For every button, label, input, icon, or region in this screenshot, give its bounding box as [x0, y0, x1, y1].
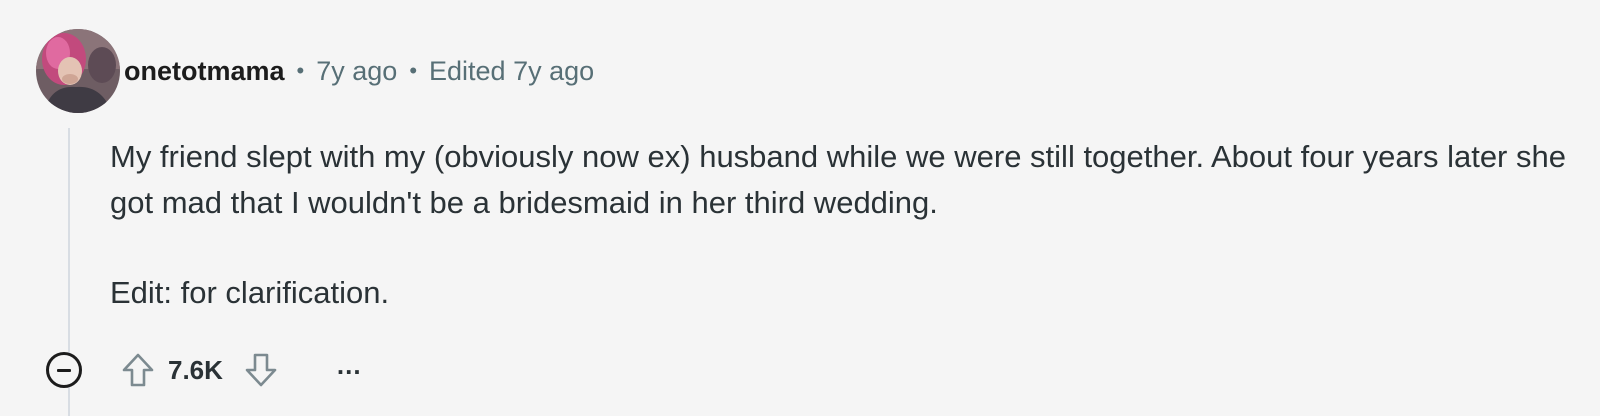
edited-time: Edited 7y ago	[429, 55, 595, 86]
comment-paragraph: Edit: for clarification.	[110, 275, 390, 310]
avatar-image	[36, 29, 120, 113]
avatar[interactable]	[36, 29, 120, 113]
downvote-button[interactable]	[241, 350, 281, 390]
meta-separator: •	[296, 58, 305, 83]
posted-time[interactable]: 7y ago	[316, 56, 397, 87]
more-options-button[interactable]: ...	[337, 352, 362, 385]
comment-paragraph: My friend slept with my (obviously now e…	[110, 139, 1566, 220]
comment-actions: 7.6K ...	[46, 350, 362, 390]
minus-circle-icon	[57, 368, 71, 372]
comment-meta: onetotmama • 7y ago • Edited 7y ago	[124, 53, 594, 89]
collapse-thread-button[interactable]	[46, 352, 82, 388]
vote-score: 7.6K	[168, 354, 223, 385]
meta-separator: •	[409, 58, 418, 83]
comment-body: My friend slept with my (obviously now e…	[110, 134, 1570, 316]
upvote-button[interactable]	[118, 350, 158, 390]
arrow-down-outline-icon	[245, 353, 277, 387]
arrow-up-outline-icon	[122, 353, 154, 387]
username-link[interactable]: onetotmama	[124, 56, 285, 87]
